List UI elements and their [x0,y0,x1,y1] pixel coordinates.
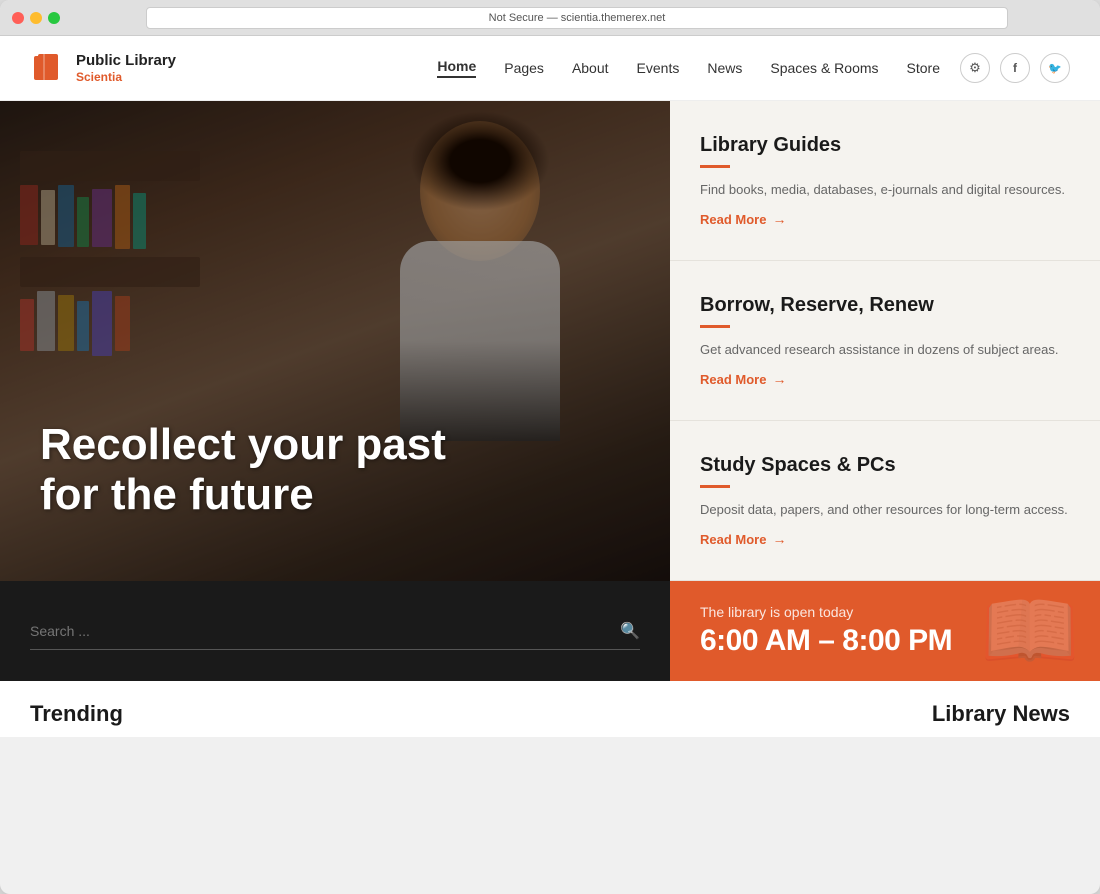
main-nav: Home Pages About Events News Spaces & Ro… [437,58,940,78]
guide-underline-2 [700,325,730,328]
site-header: Public Library Scientia Home Pages About… [0,36,1100,101]
bottom-bar: 🔍 The library is open today 6:00 AM – 8:… [0,581,1100,681]
gear-icon: ⚙ [969,60,981,76]
trending-title: Trending [30,701,123,727]
guides-panel: Library Guides Find books, media, databa… [670,101,1100,581]
website-content: Public Library Scientia Home Pages About… [0,36,1100,737]
guide-item-study: Study Spaces & PCs Deposit data, papers,… [670,421,1100,581]
bottom-teaser: Trending Library News [0,681,1100,737]
library-news-title: Library News [932,701,1070,727]
guide-desc-borrow: Get advanced research assistance in doze… [700,340,1070,360]
guide-item-library: Library Guides Find books, media, databa… [670,101,1100,261]
hero-headline: Recollect your past for the future [40,420,446,521]
hero-image: Recollect your past for the future [0,101,670,581]
address-bar[interactable]: Not Secure — scientia.themerex.net [146,7,1008,29]
guide-desc-study: Deposit data, papers, and other resource… [700,500,1070,520]
nav-home[interactable]: Home [437,58,476,78]
browser-titlebar: Not Secure — scientia.themerex.net [0,0,1100,36]
nav-about[interactable]: About [572,60,609,76]
maximize-button[interactable] [48,12,60,24]
read-more-library[interactable]: Read More → [700,211,1070,227]
search-section: 🔍 [0,581,670,681]
guide-desc-library: Find books, media, databases, e-journals… [700,180,1070,200]
facebook-icon: f [1013,61,1017,75]
twitter-icon-button[interactable]: 🐦 [1040,53,1070,83]
nav-pages[interactable]: Pages [504,60,544,76]
logo[interactable]: Public Library Scientia [30,50,176,86]
read-more-borrow[interactable]: Read More → [700,371,1070,387]
facebook-icon-button[interactable]: f [1000,53,1030,83]
search-icon: 🔍 [620,621,640,641]
arrow-icon-2: → [772,371,786,387]
logo-text: Public Library Scientia [76,52,176,84]
arrow-icon-3: → [772,531,786,547]
hours-section: The library is open today 6:00 AM – 8:00… [670,581,1100,681]
minimize-button[interactable] [30,12,42,24]
read-more-study[interactable]: Read More → [700,531,1070,547]
hero-section: Recollect your past for the future Libra… [0,101,1100,581]
guide-title-borrow: Borrow, Reserve, Renew [700,294,1070,317]
guide-title-study: Study Spaces & PCs [700,454,1070,477]
nav-news[interactable]: News [707,60,742,76]
arrow-icon: → [772,211,786,227]
search-input-wrap[interactable]: 🔍 [30,613,640,650]
nav-store[interactable]: Store [907,60,940,76]
guide-title-library: Library Guides [700,134,1070,157]
nav-spaces-rooms[interactable]: Spaces & Rooms [770,60,878,76]
guide-underline-3 [700,485,730,488]
nav-events[interactable]: Events [637,60,680,76]
guide-item-borrow: Borrow, Reserve, Renew Get advanced rese… [670,261,1100,421]
browser-window: Not Secure — scientia.themerex.net Publi… [0,0,1100,894]
hours-decorative-icon: 📖 [980,584,1080,678]
search-input[interactable] [30,623,620,639]
guide-underline [700,165,730,168]
logo-icon [30,50,66,86]
close-button[interactable] [12,12,24,24]
twitter-icon: 🐦 [1048,62,1062,75]
nav-icons: ⚙ f 🐦 [960,53,1070,83]
hero-text: Recollect your past for the future [40,420,446,521]
gear-icon-button[interactable]: ⚙ [960,53,990,83]
